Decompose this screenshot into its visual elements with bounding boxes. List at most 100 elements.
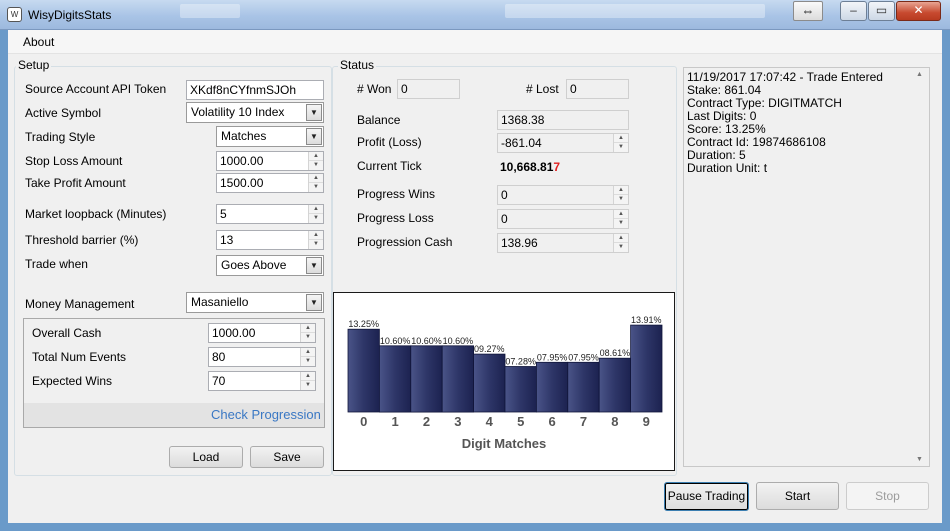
data-label: 07.28% <box>505 357 536 367</box>
current-tick-label: Current Tick <box>357 159 422 173</box>
bar-digit-7 <box>567 361 600 413</box>
stop-button[interactable]: Stop <box>846 482 929 510</box>
spin-down-icon[interactable]: ▼ <box>309 214 323 223</box>
bar-digit-9 <box>630 324 663 413</box>
log-line: Last Digits: 0 <box>687 109 757 123</box>
scroll-up-icon[interactable]: ▲ <box>916 71 923 78</box>
x-tick-label: 3 <box>454 414 461 429</box>
overall-cash-input[interactable]: 1000.00 ▲ ▼ <box>208 323 316 343</box>
status-title: Status <box>338 58 377 72</box>
profit-input: -861.04 ▲ ▼ <box>497 133 629 153</box>
current-tick-last-digit: 7 <box>553 160 561 174</box>
bar-digit-2 <box>410 345 443 413</box>
active-symbol-value: Volatility 10 Index <box>191 105 285 119</box>
take-profit-label: Take Profit Amount <box>25 176 126 190</box>
spin-up-icon[interactable]: ▲ <box>309 174 323 183</box>
data-label: 07.95% <box>537 352 568 362</box>
spin-up-icon[interactable]: ▲ <box>309 152 323 161</box>
threshold-value: 13 <box>220 233 234 247</box>
expected-wins-input[interactable]: 70 ▲ ▼ <box>208 371 316 391</box>
bar-digit-6 <box>535 361 569 413</box>
swap-icon[interactable]: ⇔ <box>793 1 823 21</box>
spin-down-icon[interactable]: ▼ <box>309 161 323 170</box>
spin-down-icon: ▼ <box>618 244 624 250</box>
lost-value: 0 <box>566 79 629 99</box>
spin-down-icon[interactable]: ▼ <box>309 240 323 249</box>
load-button[interactable]: Load <box>169 446 243 468</box>
market-loopback-input[interactable]: 5 ▲ ▼ <box>216 204 324 224</box>
data-label: 07.95% <box>568 352 599 362</box>
maximize-button[interactable]: ▭ <box>868 1 895 21</box>
stop-loss-spinner[interactable]: ▲ ▼ <box>308 152 323 170</box>
data-label: 10.60% <box>380 336 411 346</box>
x-tick-label: 4 <box>486 414 494 429</box>
spin-down-icon: ▼ <box>618 144 624 150</box>
stop-loss-input[interactable]: 1000.00 ▲ ▼ <box>216 151 324 171</box>
log-line: Score: 13.25% <box>687 122 766 136</box>
trading-style-select[interactable]: Matches ▼ <box>216 126 324 147</box>
spin-up-icon[interactable]: ▲ <box>301 324 315 333</box>
background-blur <box>180 4 240 18</box>
progress-loss-value: 0 <box>501 212 508 226</box>
chevron-down-icon[interactable]: ▼ <box>306 294 322 311</box>
data-label: 08.61% <box>600 348 631 358</box>
overall-cash-value: 1000.00 <box>212 326 256 340</box>
start-button[interactable]: Start <box>756 482 839 510</box>
money-mgmt-select[interactable]: Masaniello ▼ <box>186 292 324 313</box>
close-button[interactable]: ✕ <box>896 1 941 21</box>
active-symbol-select[interactable]: Volatility 10 Index ▼ <box>186 102 324 123</box>
window-title: WisyDigitsStats <box>28 8 112 22</box>
current-tick-main: 10,668.81 <box>500 160 554 174</box>
market-loopback-spinner[interactable]: ▲ ▼ <box>308 205 323 223</box>
spin-down-icon: ▼ <box>618 220 624 226</box>
log-line: Contract Type: DIGITMATCH <box>687 96 842 110</box>
x-tick-label: 8 <box>611 414 618 429</box>
threshold-input[interactable]: 13 ▲ ▼ <box>216 230 324 250</box>
spin-down-icon[interactable]: ▼ <box>309 183 323 192</box>
won-value: 0 <box>397 79 460 99</box>
save-button[interactable]: Save <box>250 446 324 468</box>
bar-digit-5 <box>504 366 537 413</box>
market-loopback-label: Market loopback (Minutes) <box>25 207 167 221</box>
log-panel[interactable]: 11/19/2017 17:07:42 - Trade Entered Stake… <box>683 67 930 467</box>
bar-digit-1 <box>379 345 412 413</box>
chevron-down-icon[interactable]: ▼ <box>306 104 322 121</box>
take-profit-input[interactable]: 1500.00 ▲ ▼ <box>216 173 324 193</box>
log-line: Contract Id: 19874686108 <box>687 135 826 149</box>
progress-loss-label: Progress Loss <box>357 211 434 225</box>
x-tick-label: 2 <box>423 414 430 429</box>
spin-up-icon[interactable]: ▲ <box>309 231 323 240</box>
spin-up-icon[interactable]: ▲ <box>301 348 315 357</box>
data-label: 10.60% <box>411 336 442 346</box>
won-label: # Won <box>357 82 392 96</box>
bar-digit-0 <box>347 328 380 413</box>
scroll-down-icon[interactable]: ▼ <box>916 456 923 463</box>
minimize-button[interactable]: – <box>840 1 867 21</box>
threshold-spinner[interactable]: ▲ ▼ <box>308 231 323 249</box>
spin-up-icon[interactable]: ▲ <box>301 372 315 381</box>
chevron-down-icon[interactable]: ▼ <box>306 128 322 145</box>
spin-down-icon[interactable]: ▼ <box>301 381 315 390</box>
total-events-input[interactable]: 80 ▲ ▼ <box>208 347 316 367</box>
log-scrollbar[interactable]: ▲ ▼ <box>912 68 929 466</box>
pause-trading-button[interactable]: Pause Trading <box>664 482 749 511</box>
check-progression-link[interactable]: Check Progression <box>211 407 321 422</box>
menu-about[interactable]: About <box>23 35 54 49</box>
trade-when-select[interactable]: Goes Above ▼ <box>216 255 324 276</box>
expected-wins-spinner[interactable]: ▲ ▼ <box>300 372 315 390</box>
total-events-spinner[interactable]: ▲ ▼ <box>300 348 315 366</box>
data-label: 13.25% <box>348 319 379 329</box>
progress-wins-value: 0 <box>501 188 508 202</box>
spin-up-icon[interactable]: ▲ <box>309 205 323 214</box>
menu-bar: About <box>8 30 942 54</box>
setup-title: Setup <box>16 58 52 72</box>
balance-value: 1368.38 <box>497 110 629 130</box>
spin-up-icon: ▲ <box>614 210 628 219</box>
spin-down-icon[interactable]: ▼ <box>301 357 315 366</box>
spin-down-icon[interactable]: ▼ <box>301 333 315 342</box>
api-token-input[interactable]: XKdf8nCYfnmSJOh <box>186 80 324 100</box>
overall-cash-spinner[interactable]: ▲ ▼ <box>300 324 315 342</box>
spin-up-icon: ▲ <box>614 186 628 195</box>
chevron-down-icon[interactable]: ▼ <box>306 257 322 274</box>
take-profit-spinner[interactable]: ▲ ▼ <box>308 174 323 192</box>
